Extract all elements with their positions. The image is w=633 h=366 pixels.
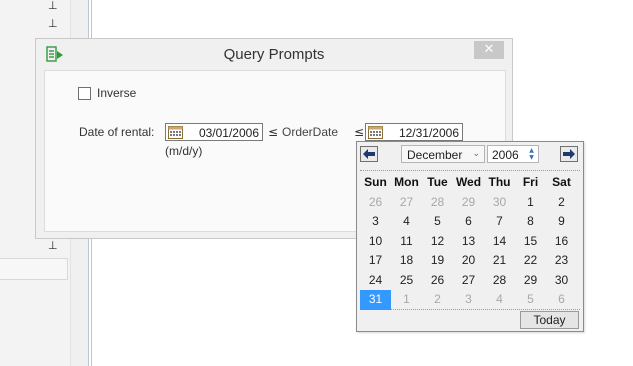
day-cell[interactable]: 1 (515, 193, 546, 213)
day-cell[interactable]: 5 (515, 290, 546, 310)
inverse-option[interactable]: Inverse (78, 86, 136, 100)
close-icon: ✕ (483, 42, 495, 57)
day-cell[interactable]: 7 (484, 212, 515, 232)
start-date-value: 03/01/2006 (198, 126, 259, 140)
day-cell[interactable]: 16 (546, 232, 577, 252)
end-date-field[interactable]: 12/31/2006 (365, 123, 463, 141)
pin-icon[interactable]: ⊥ (48, 240, 58, 252)
day-cell[interactable]: 29 (453, 193, 484, 213)
arrow-left-icon (363, 149, 375, 159)
week-row: 3 4 5 6 7 8 9 (360, 212, 578, 232)
day-cell[interactable]: 30 (484, 193, 515, 213)
day-cell[interactable]: 4 (484, 290, 515, 310)
calendar-popup: December ⌄ 2006 ▲ ▼ Sun Mon Tue Wed Thu … (356, 141, 584, 332)
selected-day-cell[interactable]: 31 (360, 290, 391, 310)
day-cell[interactable]: 12 (422, 232, 453, 252)
less-equal-symbol: ≤ (268, 125, 279, 139)
date-label: Date of rental: (79, 125, 155, 139)
week-row: 10 11 12 13 14 15 16 (360, 232, 578, 252)
day-cell[interactable]: 19 (422, 251, 453, 271)
year-spinner[interactable]: 2006 ▲ ▼ (487, 145, 539, 163)
pin-icon[interactable]: ⊥ (48, 0, 58, 12)
arrow-right-icon (563, 149, 575, 159)
day-cell[interactable]: 6 (453, 212, 484, 232)
day-cell[interactable]: 5 (422, 212, 453, 232)
day-header: Tue (427, 175, 448, 189)
start-date-field[interactable]: 03/01/2006 (165, 123, 263, 141)
day-cell[interactable]: 1 (391, 290, 422, 310)
day-cell[interactable]: 8 (515, 212, 546, 232)
day-cell[interactable]: 11 (391, 232, 422, 252)
background-field (0, 258, 68, 280)
day-cell[interactable]: 6 (546, 290, 577, 310)
day-cell[interactable]: 3 (453, 290, 484, 310)
day-header: Fri (522, 175, 539, 189)
week-row: 17 18 19 20 21 22 23 (360, 251, 578, 271)
day-cell[interactable]: 22 (515, 251, 546, 271)
day-cell[interactable]: 30 (546, 271, 577, 291)
calendar-icon[interactable] (368, 126, 383, 139)
dialog-titlebar[interactable]: Query Prompts ✕ (36, 39, 512, 70)
less-equal-symbol: ≤ (354, 125, 365, 139)
month-dropdown[interactable]: December ⌄ (401, 145, 485, 163)
year-value: 2006 (492, 148, 519, 162)
week-row: 24 25 26 27 28 29 30 (360, 271, 578, 291)
calendar-icon[interactable] (168, 126, 183, 139)
day-header: Sun (364, 175, 387, 189)
day-cell[interactable]: 27 (453, 271, 484, 291)
date-range-row: Date of rental: 03/01/2006 ≤ OrderDate ≤ (79, 123, 509, 141)
day-cell[interactable]: 2 (422, 290, 453, 310)
spin-up-icon[interactable]: ▲ (526, 147, 537, 154)
spinner-buttons: ▲ ▼ (526, 147, 537, 161)
day-cell[interactable]: 9 (546, 212, 577, 232)
day-cell[interactable]: 29 (515, 271, 546, 291)
day-cell[interactable]: 13 (453, 232, 484, 252)
day-header-row: Sun Mon Tue Wed Thu Fri Sat (360, 173, 578, 193)
calendar-grid: Sun Mon Tue Wed Thu Fri Sat 26 27 28 29 … (360, 173, 578, 310)
previous-month-button[interactable] (360, 146, 378, 162)
day-cell[interactable]: 10 (360, 232, 391, 252)
chevron-down-icon: ⌄ (472, 149, 480, 159)
day-cell[interactable]: 14 (484, 232, 515, 252)
day-cell[interactable]: 26 (360, 193, 391, 213)
day-header: Thu (488, 175, 511, 189)
field-name: OrderDate (282, 125, 339, 139)
end-date-value: 12/31/2006 (398, 126, 459, 140)
day-cell[interactable]: 17 (360, 251, 391, 271)
day-cell[interactable]: 4 (391, 212, 422, 232)
day-cell[interactable]: 3 (360, 212, 391, 232)
pin-icon[interactable]: ⊥ (48, 18, 58, 30)
today-button[interactable]: Today (520, 311, 579, 329)
week-row: 26 27 28 29 30 1 2 (360, 193, 578, 213)
day-header: Wed (455, 175, 482, 189)
day-header: Sat (552, 175, 571, 189)
day-cell[interactable]: 28 (484, 271, 515, 291)
day-cell[interactable]: 21 (484, 251, 515, 271)
month-value: December (407, 148, 463, 162)
day-cell[interactable]: 26 (422, 271, 453, 291)
day-cell[interactable]: 18 (391, 251, 422, 271)
dialog-title: Query Prompts (223, 46, 325, 63)
inverse-label: Inverse (97, 86, 137, 100)
day-cell[interactable]: 24 (360, 271, 391, 291)
day-cell[interactable]: 23 (546, 251, 577, 271)
inverse-checkbox[interactable] (78, 86, 91, 100)
day-cell[interactable]: 25 (391, 271, 422, 291)
day-cell[interactable]: 15 (515, 232, 546, 252)
date-format-hint: (m/d/y) (165, 144, 203, 158)
next-month-button[interactable] (560, 146, 578, 162)
day-cell[interactable]: 2 (546, 193, 577, 213)
week-row: 31 1 2 3 4 5 6 (360, 290, 578, 310)
spin-down-icon[interactable]: ▼ (526, 154, 537, 161)
day-cell[interactable]: 27 (391, 193, 422, 213)
day-header: Mon (394, 175, 419, 189)
day-cell[interactable]: 28 (422, 193, 453, 213)
day-cell[interactable]: 20 (453, 251, 484, 271)
close-button[interactable]: ✕ (474, 41, 504, 59)
